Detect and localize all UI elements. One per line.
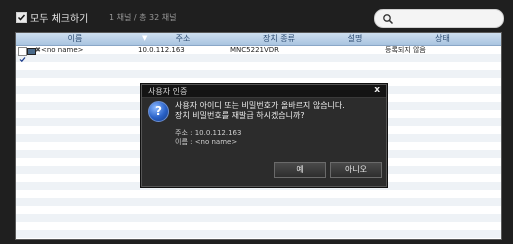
yes-button[interactable]: 예 — [274, 162, 326, 178]
close-icon[interactable]: x — [374, 85, 380, 95]
dialog-title: 사용자 인증 — [148, 87, 188, 96]
modal-overlay: 사용자 인증 x ? 사용자 아이디 또는 비밀번호가 올바르지 않습니다. 장… — [0, 0, 513, 244]
dialog-message: 사용자 아이디 또는 비밀번호가 올바르지 않습니다. 장치 비밀번호를 재발급… — [175, 101, 380, 121]
message-line-2: 장치 비밀번호를 재발급 하시겠습니까? — [175, 111, 305, 120]
device-address: 주소 : 10.0.112.163 — [175, 129, 242, 137]
dialog-title-bar: 사용자 인증 x — [142, 85, 386, 98]
message-line-1: 사용자 아이디 또는 비밀번호가 올바르지 않습니다. — [175, 101, 345, 110]
no-button[interactable]: 아니오 — [330, 162, 382, 178]
auth-dialog: 사용자 인증 x ? 사용자 아이디 또는 비밀번호가 올바르지 않습니다. 장… — [141, 84, 387, 187]
question-icon: ? — [148, 101, 169, 122]
device-info: 주소 : 10.0.112.163 이름 : <no name> — [175, 129, 241, 147]
device-name: 이름 : <no name> — [175, 138, 238, 146]
